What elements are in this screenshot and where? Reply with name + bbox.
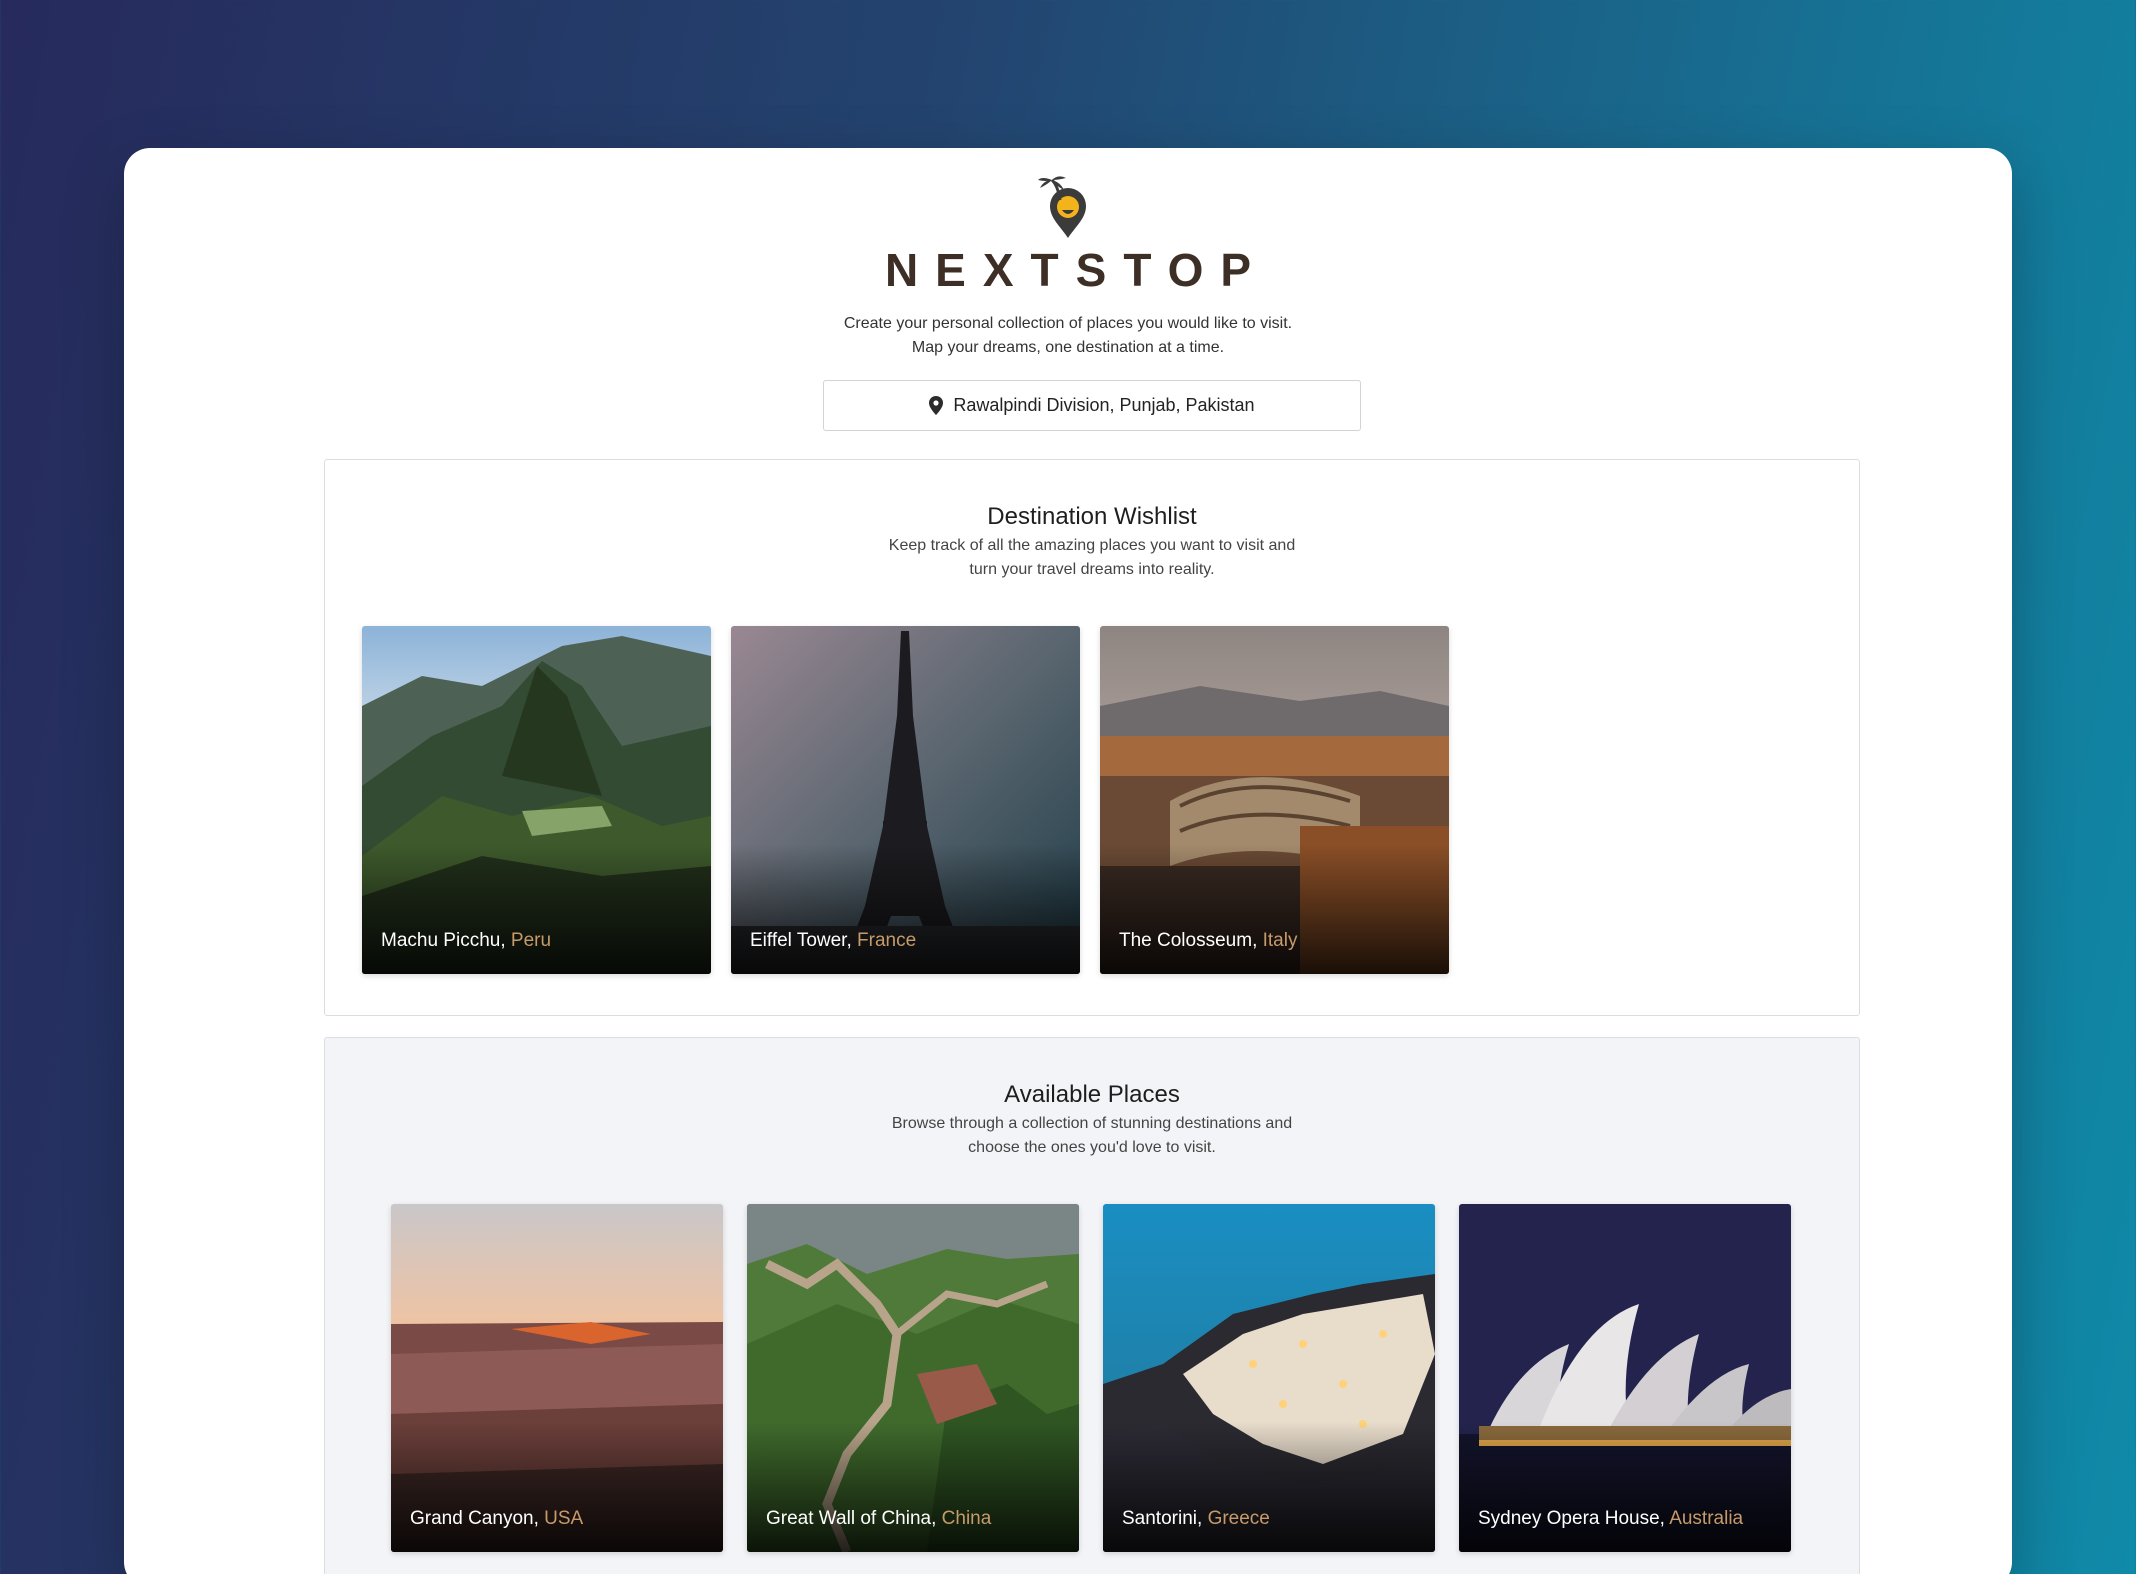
- wishlist-subtitle-line-1: Keep track of all the amazing places you…: [888, 537, 1296, 554]
- place-name: Eiffel Tower: [750, 930, 847, 951]
- available-cards: Grand Canyon, USA Great Wall of China, C…: [391, 1204, 1791, 1552]
- tagline: Create your personal collection of place…: [124, 312, 2012, 360]
- card-shade: [1459, 1422, 1791, 1552]
- place-card-sydney-opera-house[interactable]: Sydney Opera House, Australia: [1459, 1204, 1791, 1552]
- card-shade: [391, 1422, 723, 1552]
- palm-pin-icon: [1038, 174, 1098, 240]
- card-shade: [1103, 1422, 1435, 1552]
- wishlist-cards: Machu Picchu, Peru Eiffel Tower, France …: [362, 626, 1449, 974]
- app-header: NEXTSTOP Create your personal collection…: [124, 174, 2012, 360]
- place-country: France: [857, 930, 917, 951]
- wishlist-title: Destination Wishlist: [987, 503, 1197, 530]
- card-shade: [747, 1422, 1079, 1552]
- place-name: Sydney Opera House: [1478, 1508, 1660, 1529]
- place-caption: Santorini, Greece: [1122, 1508, 1270, 1529]
- location-button[interactable]: Rawalpindi Division, Punjab, Pakistan: [823, 380, 1361, 431]
- place-card-eiffel-tower[interactable]: Eiffel Tower, France: [731, 626, 1080, 974]
- wishlist-panel: Destination Wishlist Keep track of all t…: [324, 459, 1860, 1016]
- place-caption: Machu Picchu, Peru: [381, 930, 552, 951]
- place-card-colosseum[interactable]: The Colosseum, Italy: [1100, 626, 1449, 974]
- place-name: Grand Canyon: [410, 1508, 534, 1529]
- place-caption: Great Wall of China, China: [766, 1508, 992, 1529]
- place-card-great-wall[interactable]: Great Wall of China, China: [747, 1204, 1079, 1552]
- available-title: Available Places: [1004, 1081, 1180, 1108]
- tagline-line-2: Map your dreams, one destination at a ti…: [911, 339, 1225, 356]
- place-card-santorini[interactable]: Santorini, Greece: [1103, 1204, 1435, 1552]
- place-card-grand-canyon[interactable]: Grand Canyon, USA: [391, 1204, 723, 1552]
- place-name: The Colosseum: [1119, 930, 1253, 951]
- map-pin-icon: [929, 396, 944, 415]
- app-window: NEXTSTOP Create your personal collection…: [124, 148, 2012, 1574]
- place-country: Greece: [1207, 1508, 1270, 1529]
- place-caption: Eiffel Tower, France: [750, 930, 917, 951]
- brand-title: NEXTSTOP: [884, 244, 1269, 296]
- card-shade: [731, 844, 1080, 974]
- wishlist-subtitle: Keep track of all the amazing places you…: [325, 534, 1859, 582]
- wishlist-subtitle-line-2: turn your travel dreams into reality.: [969, 561, 1215, 578]
- place-country: Italy: [1262, 930, 1298, 951]
- available-panel: Available Places Browse through a collec…: [324, 1037, 1860, 1574]
- place-country: Peru: [510, 930, 552, 951]
- available-subtitle-line-2: choose the ones you'd love to visit.: [968, 1139, 1216, 1156]
- place-caption: Grand Canyon, USA: [410, 1508, 584, 1529]
- place-name: Great Wall of China: [766, 1508, 932, 1529]
- available-subtitle-line-1: Browse through a collection of stunning …: [891, 1115, 1293, 1132]
- place-name: Santorini: [1122, 1508, 1197, 1529]
- card-shade: [362, 844, 711, 974]
- location-label: Rawalpindi Division, Punjab, Pakistan: [953, 395, 1255, 415]
- tagline-line-1: Create your personal collection of place…: [843, 315, 1293, 332]
- place-name: Machu Picchu: [381, 930, 501, 951]
- card-shade: [1100, 844, 1449, 974]
- place-country: USA: [544, 1508, 584, 1529]
- place-country: China: [941, 1508, 992, 1529]
- place-caption: The Colosseum, Italy: [1119, 930, 1298, 951]
- place-caption: Sydney Opera House, Australia: [1478, 1508, 1744, 1529]
- place-country: Australia: [1669, 1508, 1744, 1529]
- available-subtitle: Browse through a collection of stunning …: [325, 1112, 1859, 1160]
- place-card-machu-picchu[interactable]: Machu Picchu, Peru: [362, 626, 711, 974]
